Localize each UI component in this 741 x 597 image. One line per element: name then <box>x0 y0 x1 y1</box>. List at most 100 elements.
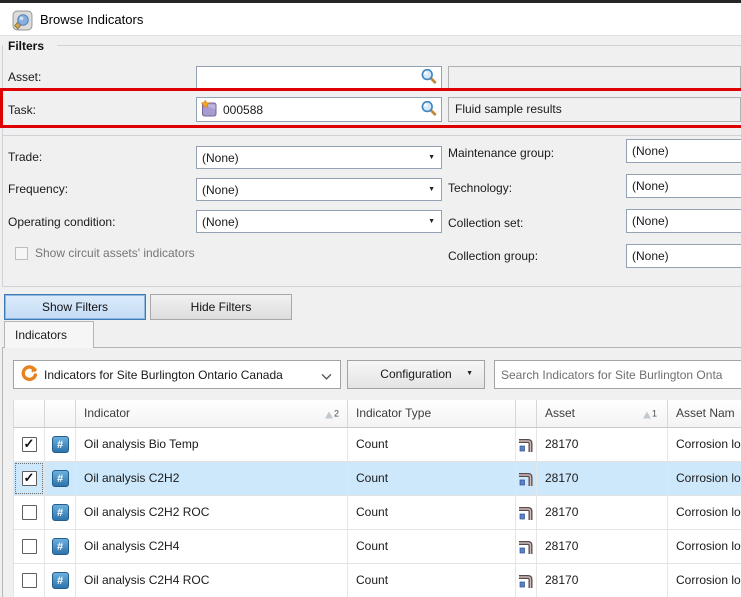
indicator-type-cell: Count <box>348 462 516 495</box>
maintenance-group-dropdown[interactable]: (None) <box>626 139 741 163</box>
collection-group-label: Collection group: <box>448 249 538 263</box>
configuration-button[interactable]: Configuration ▼ <box>347 360 485 389</box>
task-description-value: Fluid sample results <box>455 102 562 116</box>
scope-selector-dropdown[interactable]: Indicators for Site Burlington Ontario C… <box>13 360 341 389</box>
numeric-indicator-icon: # <box>45 496 76 529</box>
task-label: Task: <box>8 103 36 117</box>
checkbox <box>22 505 37 520</box>
table-row[interactable]: # Oil analysis C2H2 ROC Count 28170 Corr… <box>13 496 741 530</box>
checkbox <box>22 437 37 452</box>
operating-condition-value: (None) <box>202 215 239 229</box>
operating-condition-dropdown[interactable]: (None) ▼ <box>196 210 442 233</box>
sort-ascending-icon: 1 <box>643 409 657 418</box>
collection-group-dropdown[interactable]: (None) <box>626 244 741 268</box>
search-input[interactable] <box>494 360 741 389</box>
row-checkbox-cell[interactable] <box>14 462 45 495</box>
asset-name-cell: Corrosion lo <box>668 530 741 563</box>
table-row[interactable]: # Oil analysis C2H4 ROC Count 28170 Corr… <box>13 564 741 597</box>
asset-name-cell: Corrosion lo <box>668 462 741 495</box>
search-icon[interactable] <box>420 68 437 88</box>
table-header: Indicator 2 Indicator Type Asset 1 Asset… <box>13 400 741 428</box>
dropdown-arrow-icon: ▼ <box>428 154 435 161</box>
asset-elbow-icon <box>516 496 537 529</box>
indicator-set-icon <box>20 364 38 385</box>
table-row[interactable]: # Oil analysis C2H2 Count 28170 Corrosio… <box>13 462 741 496</box>
numeric-indicator-icon: # <box>45 564 76 597</box>
collection-group-value: (None) <box>632 249 669 263</box>
row-checkbox-cell[interactable] <box>14 564 45 597</box>
task-value: 000588 <box>223 103 263 117</box>
asset-name-cell: Corrosion lo <box>668 428 741 461</box>
hide-filters-button[interactable]: Hide Filters <box>150 294 292 320</box>
column-header-asset[interactable]: Asset 1 <box>537 400 668 427</box>
dropdown-arrow-icon: ▼ <box>466 360 473 387</box>
task-lookup-field[interactable]: 000588 <box>196 97 442 122</box>
frequency-value: (None) <box>202 183 239 197</box>
row-checkbox-cell[interactable] <box>14 428 45 461</box>
header-checkbox-column[interactable] <box>14 400 45 427</box>
checkbox <box>22 539 37 554</box>
row-checkbox-cell[interactable] <box>14 496 45 529</box>
sort-ascending-icon: 2 <box>325 409 339 418</box>
numeric-indicator-icon: # <box>45 530 76 563</box>
technology-label: Technology: <box>448 181 512 195</box>
frequency-label: Frequency: <box>8 182 68 196</box>
trade-dropdown[interactable]: (None) ▼ <box>196 146 442 169</box>
indicator-cell: Oil analysis C2H2 ROC <box>76 496 348 529</box>
browse-indicators-window: Browse Indicators Filters Asset: Task: <box>0 0 741 597</box>
asset-elbow-icon <box>516 428 537 461</box>
indicator-type-cell: Count <box>348 496 516 529</box>
asset-name-cell: Corrosion lo <box>668 564 741 597</box>
search-icon[interactable] <box>420 100 437 120</box>
row-checkbox-cell[interactable] <box>14 530 45 563</box>
frequency-dropdown[interactable]: (None) ▼ <box>196 178 442 201</box>
header-icon-column[interactable] <box>45 400 76 427</box>
titlebar: Browse Indicators <box>0 0 741 36</box>
asset-cell: 28170 <box>537 564 668 597</box>
numeric-indicator-icon: # <box>45 428 76 461</box>
collection-set-dropdown[interactable]: (None) <box>626 209 741 233</box>
indicator-cell: Oil analysis C2H4 <box>76 530 348 563</box>
task-icon <box>200 99 218 120</box>
filters-group-label: Filters <box>8 39 44 53</box>
collection-set-label: Collection set: <box>448 216 523 230</box>
show-filters-button[interactable]: Show Filters <box>4 294 146 320</box>
asset-elbow-icon <box>516 462 537 495</box>
tab-indicators[interactable]: Indicators <box>4 321 94 348</box>
window-title: Browse Indicators <box>40 12 143 27</box>
operating-condition-label: Operating condition: <box>8 215 115 229</box>
column-header-indicator-type[interactable]: Indicator Type <box>348 400 516 427</box>
indicator-type-cell: Count <box>348 530 516 563</box>
asset-cell: 28170 <box>537 462 668 495</box>
groupbox-bottom-line <box>2 286 741 287</box>
asset-lookup-field[interactable] <box>196 66 442 89</box>
maintenance-group-label: Maintenance group: <box>448 146 554 160</box>
numeric-indicator-icon: # <box>45 462 76 495</box>
show-circuit-assets-label: Show circuit assets' indicators <box>35 246 195 260</box>
table-row[interactable]: # Oil analysis Bio Temp Count 28170 Corr… <box>13 428 741 462</box>
column-header-asset-icon[interactable] <box>516 400 537 427</box>
table-row[interactable]: # Oil analysis C2H4 Count 28170 Corrosio… <box>13 530 741 564</box>
technology-value: (None) <box>632 179 669 193</box>
column-header-indicator[interactable]: Indicator 2 <box>76 400 348 427</box>
scope-selector-value: Indicators for Site Burlington Ontario C… <box>44 368 283 382</box>
browse-magnifier-icon <box>12 10 33 34</box>
asset-name-cell: Corrosion lo <box>668 496 741 529</box>
checkbox <box>22 573 37 588</box>
trade-label: Trade: <box>8 150 42 164</box>
asset-elbow-icon <box>516 530 537 563</box>
asset-cell: 28170 <box>537 496 668 529</box>
indicator-cell: Oil analysis C2H4 ROC <box>76 564 348 597</box>
show-circuit-assets-checkbox[interactable] <box>15 247 28 260</box>
checkbox <box>22 471 37 486</box>
technology-dropdown[interactable]: (None) <box>626 174 741 198</box>
asset-elbow-icon <box>516 564 537 597</box>
dropdown-arrow-icon: ▼ <box>428 218 435 225</box>
configuration-label: Configuration <box>380 367 451 381</box>
indicator-cell: Oil analysis Bio Temp <box>76 428 348 461</box>
column-header-asset-name[interactable]: Asset Nam <box>668 400 741 427</box>
asset-label: Asset: <box>8 70 41 84</box>
task-description-field: Fluid sample results <box>448 97 741 122</box>
collection-set-value: (None) <box>632 214 669 228</box>
section-separator-line <box>2 135 741 136</box>
